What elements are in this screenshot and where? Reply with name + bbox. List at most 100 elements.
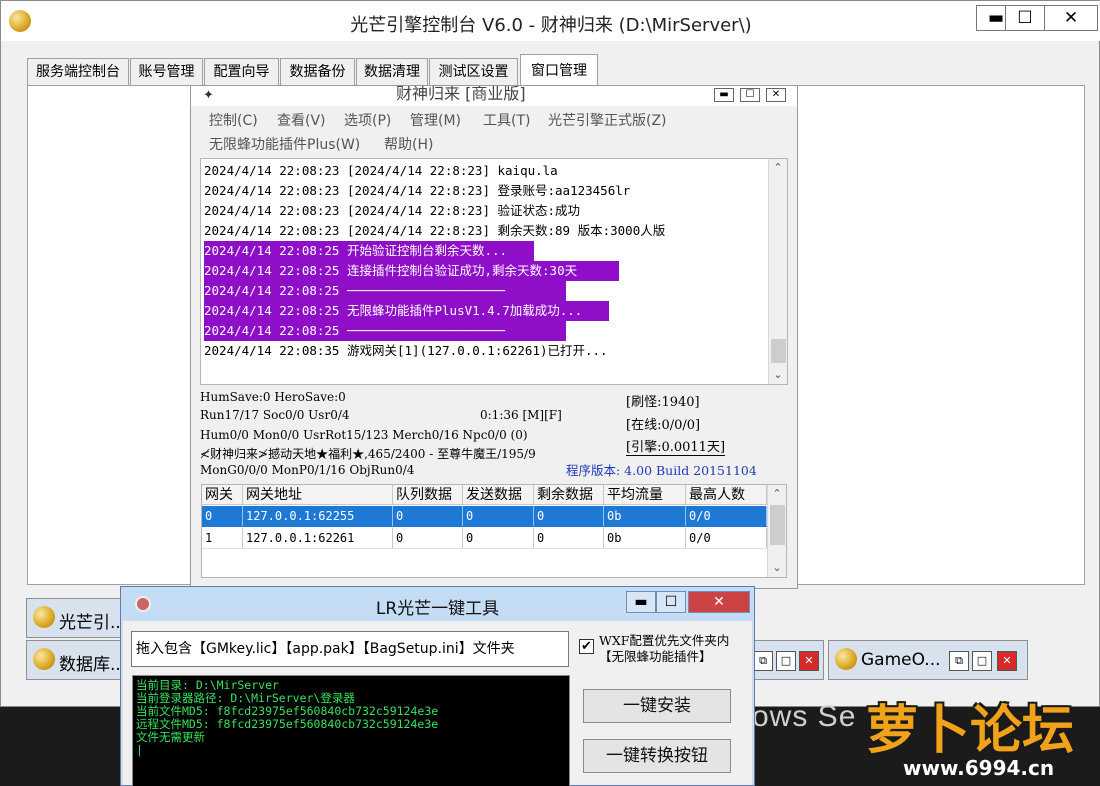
one-click-convert-button[interactable]: 一键转换按钮 [583, 739, 731, 773]
maximize-button[interactable]: ☐ [1005, 5, 1045, 31]
close-button[interactable]: ✕ [1044, 5, 1098, 31]
status-timer: 0:1:36 [M][F] [480, 408, 562, 422]
wxf-label-line1: WXF配置优先文件夹内 [599, 633, 730, 648]
menu-tools[interactable]: 工具(T) [483, 110, 530, 130]
col-gateway-address[interactable]: 网关地址 [243, 485, 393, 505]
lr-tool-window: LR光芒一键工具 ▬ ☐ ✕ 拖入包含【GMkey.lic】【app.pak】【… [120, 586, 755, 786]
scroll-thumb[interactable] [770, 505, 785, 545]
watermark-logo: 萝卜论坛 www.6994.cn [858, 688, 1088, 784]
minimized-window-label: 光芒引... [59, 613, 127, 633]
embedded-maximize-button[interactable]: ☐ [740, 88, 760, 102]
refresh-count: [刷怪:1940] [626, 395, 700, 410]
table-cell: 0/0 [686, 528, 767, 548]
wxf-label-line2: 【无限蜂功能插件】 [599, 649, 712, 664]
log-line: 2024/4/14 22:08:25 无限蜂功能插件PlusV1.4.7加载成功… [204, 301, 609, 321]
col-max-users[interactable]: 最高人数 [686, 485, 767, 505]
embedded-server-window: ✦ 财神归来 [商业版] ▬ ☐ ✕ 控制(C) 查看(V) 选项(P) 管理(… [190, 85, 798, 589]
table-cell: 127.0.0.1:62261 [243, 528, 393, 548]
col-remaining-data[interactable]: 剩余数据 [534, 485, 604, 505]
close-icon[interactable]: ✕ [799, 651, 819, 671]
menu-control[interactable]: 控制(C) [209, 110, 258, 130]
table-cell: 0 [463, 506, 534, 526]
table-cell: 0b [604, 528, 686, 548]
maximize-icon[interactable]: □ [972, 651, 992, 671]
folder-drop-field[interactable]: 拖入包含【GMkey.lic】【app.pak】【BagSetup.ini】文件… [131, 631, 569, 667]
minimized-window-label: GameO... [861, 650, 941, 670]
wxf-priority-label: WXF配置优先文件夹内 【无限蜂功能插件】 [599, 633, 729, 665]
wxf-priority-checkbox[interactable]: ✔ [579, 639, 594, 654]
minimized-window-database[interactable]: 数据库... [26, 640, 126, 680]
coin-icon [33, 606, 55, 628]
scroll-up-icon[interactable]: ⌃ [768, 485, 786, 503]
col-queue-data[interactable]: 队列数据 [393, 485, 463, 505]
table-cell: 1 [202, 528, 243, 548]
status-objects: Hum0/0 Mon0/0 UsrRot15/123 Merch0/16 Npc… [200, 428, 528, 442]
minimized-window-engine[interactable]: 光芒引... [26, 598, 126, 638]
status-map-info: ≮财神归来≯撼动天地★福利★,465/2400 - 至尊牛魔王/195/9 [200, 447, 536, 461]
table-cell: 0 [463, 528, 534, 548]
maximize-icon[interactable]: □ [776, 651, 796, 671]
status-run: Run17/17 Soc0/0 Usr0/4 [200, 408, 350, 422]
embedded-minimize-button[interactable]: ▬ [714, 88, 734, 102]
scroll-down-icon[interactable]: ⌄ [769, 366, 787, 384]
desktop-background-text: ows Se [752, 700, 857, 733]
tool-minimize-button[interactable]: ▬ [626, 591, 656, 613]
minimized-window-gameserver[interactable]: GameO... ⧉ □ ✕ [828, 640, 1028, 680]
tool-maximize-button[interactable]: ☐ [656, 591, 686, 613]
col-gateway[interactable]: 网关 [202, 485, 243, 505]
minimized-window-controls: ⧉ □ ✕ [752, 640, 824, 680]
menu-help[interactable]: 帮助(H) [384, 134, 433, 154]
scroll-thumb[interactable] [771, 339, 786, 363]
table-row[interactable]: 0 127.0.0.1:62255 0 0 0 0b 0/0 [202, 506, 767, 527]
engine-days: [引擎:0.0011天] [626, 436, 726, 456]
scroll-up-icon[interactable]: ⌃ [769, 159, 787, 177]
tool-console-output: 当前目录: D:\MirServer 当前登录器路径: D:\MirServer… [132, 675, 570, 786]
tab-account-management[interactable]: 账号管理 [130, 58, 203, 85]
table-row[interactable]: 1 127.0.0.1:62261 0 0 0 0b 0/0 [202, 528, 767, 549]
tab-config-wizard[interactable]: 配置向导 [204, 58, 279, 85]
restore-icon[interactable]: ⧉ [949, 651, 969, 671]
log-line: 2024/4/14 22:08:23 [2024/4/14 22:8:23] k… [204, 163, 558, 178]
log-line: 2024/4/14 22:08:35 游戏网关[1](127.0.0.1:622… [204, 343, 608, 358]
table-cell: 0/0 [686, 506, 767, 526]
tab-server-console[interactable]: 服务端控制台 [27, 58, 129, 85]
title-bar: 光芒引擎控制台 V6.0 - 财神归来 (D:\MirServer\) ▬ ☐ … [1, 1, 1100, 41]
log-output: 2024/4/14 22:08:23 [2024/4/14 22:8:23] k… [200, 158, 788, 385]
menu-view[interactable]: 查看(V) [277, 110, 326, 130]
menu-manage[interactable]: 管理(M) [410, 110, 461, 130]
server-app-icon: ✦ [203, 88, 214, 103]
restore-icon[interactable]: ⧉ [753, 651, 773, 671]
table-scrollbar[interactable]: ⌃ ⌄ [767, 485, 786, 577]
menu-bar: 控制(C) 查看(V) 选项(P) 管理(M) 工具(T) 光芒引擎正式版(Z)… [205, 110, 785, 158]
col-avg-traffic[interactable]: 平均流量 [604, 485, 686, 505]
table-cell: 0 [534, 528, 604, 548]
window-title: 光芒引擎控制台 V6.0 - 财神归来 (D:\MirServer\) [350, 15, 752, 36]
tool-close-button[interactable]: ✕ [688, 591, 750, 613]
one-click-install-button[interactable]: 一键安装 [583, 689, 731, 723]
gateway-table: 网关 网关地址 队列数据 发送数据 剩余数据 平均流量 最高人数 0 127.0… [201, 484, 787, 578]
log-line: 2024/4/14 22:08:23 [2024/4/14 22:8:23] 验… [204, 203, 581, 218]
table-cell: 0 [393, 528, 463, 548]
close-icon[interactable]: ✕ [997, 651, 1017, 671]
tab-data-cleanup[interactable]: 数据清理 [356, 58, 428, 85]
tab-data-backup[interactable]: 数据备份 [280, 58, 355, 85]
table-cell: 0 [534, 506, 604, 526]
menu-options[interactable]: 选项(P) [344, 110, 391, 130]
table-cell: 0 [393, 506, 463, 526]
embedded-close-button[interactable]: ✕ [766, 88, 786, 102]
program-version: 程序版本: 4.00 Build 20151104 [566, 463, 757, 478]
status-save: HumSave:0 HeroSave:0 [200, 390, 346, 404]
console-cursor: | [136, 743, 143, 757]
console-line: 文件无需更新 [136, 730, 205, 744]
server-status-panel: HumSave:0 HeroSave:0 Run17/17 Soc0/0 Usr… [200, 388, 788, 482]
menu-engine-official[interactable]: 光芒引擎正式版(Z) [548, 110, 667, 130]
embedded-window-title: 财神归来 [商业版] [396, 86, 526, 103]
menu-plugin-plus[interactable]: 无限蜂功能插件Plus(W) [209, 134, 360, 154]
col-send-data[interactable]: 发送数据 [463, 485, 534, 505]
coin-icon [835, 648, 857, 670]
tab-window-management[interactable]: 窗口管理 [520, 54, 598, 85]
log-scrollbar[interactable]: ⌃ ⌄ [768, 159, 787, 384]
tab-test-zone-settings[interactable]: 测试区设置 [429, 58, 518, 85]
scroll-down-icon[interactable]: ⌄ [768, 559, 786, 577]
tool-title-bar: LR光芒一键工具 ▬ ☐ ✕ [121, 587, 754, 621]
